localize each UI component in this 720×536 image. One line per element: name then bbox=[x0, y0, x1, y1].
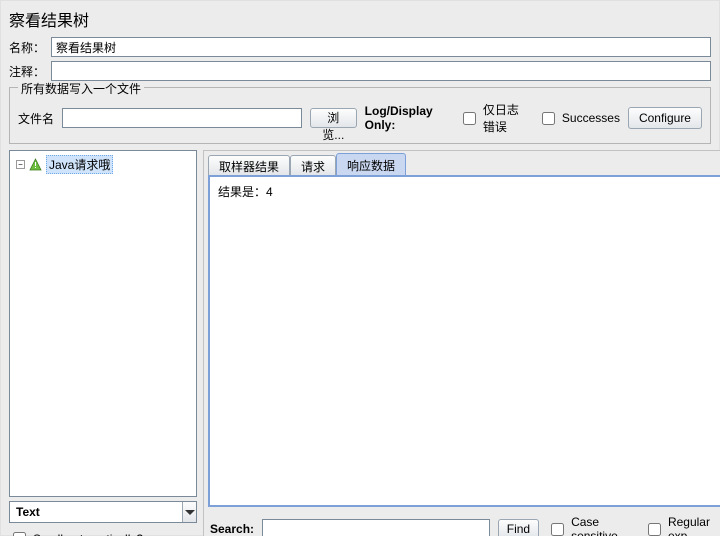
view-results-tree-panel: 察看结果树 名称： 注释： 所有数据写入一个文件 文件名 浏览... Log/D… bbox=[0, 0, 720, 536]
successes-label: Successes bbox=[562, 111, 620, 125]
tree-node[interactable]: − Java请求哦 bbox=[16, 155, 190, 174]
name-row: 名称： bbox=[9, 37, 711, 57]
renderer-value[interactable] bbox=[10, 502, 182, 522]
file-output-group: 所有数据写入一个文件 文件名 浏览... Log/Display Only: 仅… bbox=[9, 87, 711, 144]
search-bar: Search: Find Case sensitive Regular exp. bbox=[204, 511, 720, 536]
tree-node-label: Java请求哦 bbox=[46, 155, 113, 174]
filename-input[interactable] bbox=[62, 108, 302, 128]
file-bar: 文件名 浏览... Log/Display Only: 仅日志错误 Succes… bbox=[18, 101, 702, 135]
name-label: 名称： bbox=[9, 39, 45, 56]
comment-input[interactable] bbox=[51, 61, 711, 81]
errors-only-label: 仅日志错误 bbox=[483, 101, 530, 135]
case-sensitive-label: Case sensitive bbox=[571, 515, 636, 536]
search-input[interactable] bbox=[262, 519, 490, 536]
regex-checkbox[interactable]: Regular exp. bbox=[644, 515, 720, 536]
tree-expand-icon[interactable]: − bbox=[16, 160, 25, 169]
find-button[interactable]: Find bbox=[498, 519, 539, 536]
response-body[interactable]: 结果是：4 bbox=[208, 175, 720, 507]
successes-checkbox[interactable]: Successes bbox=[538, 109, 620, 128]
search-label: Search: bbox=[210, 522, 254, 536]
chevron-down-icon[interactable] bbox=[182, 502, 196, 522]
body-split: − Java请求哦 Scroll automatically? 取样器结果 请求… bbox=[9, 150, 711, 536]
panel-title: 察看结果树 bbox=[9, 5, 711, 37]
tab-sampler-result[interactable]: 取样器结果 bbox=[208, 155, 290, 175]
configure-button[interactable]: Configure bbox=[628, 107, 702, 129]
left-pane: − Java请求哦 Scroll automatically? bbox=[9, 150, 197, 536]
case-sensitive-checkbox[interactable]: Case sensitive bbox=[547, 515, 636, 536]
logdisplay-label: Log/Display Only: bbox=[365, 104, 451, 132]
file-output-legend: 所有数据写入一个文件 bbox=[18, 80, 144, 97]
right-pane: 取样器结果 请求 响应数据 结果是：4 Search: Find Case se… bbox=[203, 150, 720, 536]
name-input[interactable] bbox=[51, 37, 711, 57]
browse-button[interactable]: 浏览... bbox=[310, 108, 357, 128]
regex-label: Regular exp. bbox=[668, 515, 720, 536]
errors-only-checkbox[interactable]: 仅日志错误 bbox=[459, 101, 530, 135]
comment-row: 注释： bbox=[9, 61, 711, 81]
scroll-auto-label: Scroll automatically? bbox=[33, 532, 143, 536]
scroll-auto-checkbox[interactable]: Scroll automatically? bbox=[9, 529, 197, 536]
comment-label: 注释： bbox=[9, 63, 45, 80]
filename-label: 文件名 bbox=[18, 110, 54, 127]
renderer-combo[interactable] bbox=[9, 501, 197, 523]
tab-response-data[interactable]: 响应数据 bbox=[336, 153, 406, 175]
warning-icon bbox=[29, 158, 42, 171]
tab-bar: 取样器结果 请求 响应数据 bbox=[204, 151, 720, 175]
results-tree[interactable]: − Java请求哦 bbox=[9, 150, 197, 497]
tab-request[interactable]: 请求 bbox=[290, 155, 336, 175]
